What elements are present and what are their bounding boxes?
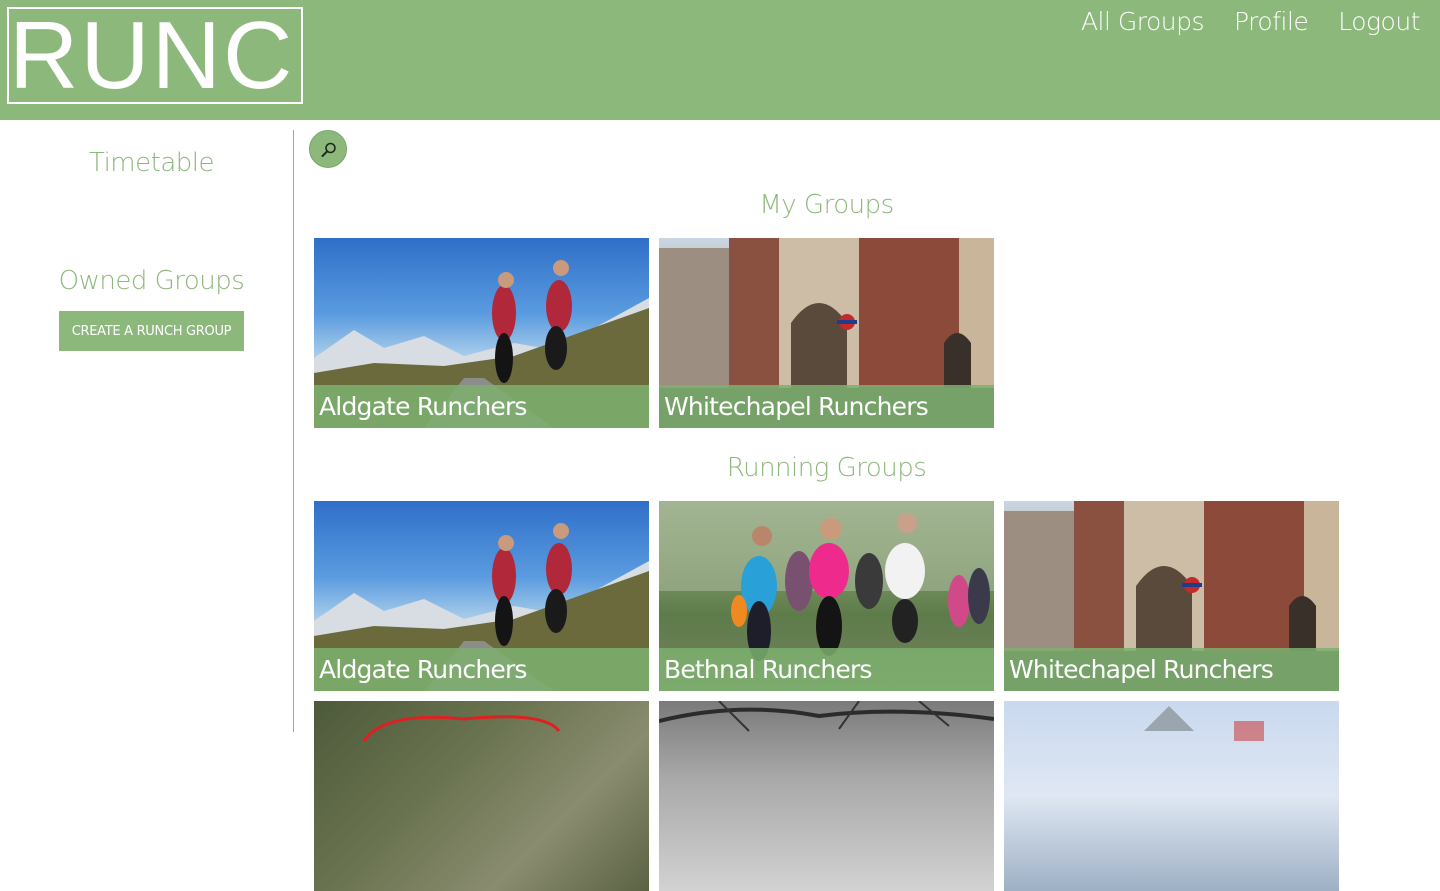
timetable-link[interactable]: Timetable [0, 148, 303, 178]
group-card-title: Whitechapel Runchers [659, 385, 994, 428]
nav-all-groups[interactable]: All Groups [1081, 5, 1205, 39]
header: RUNCH All Groups Profile Logout [0, 0, 1440, 120]
group-card-whitechapel[interactable]: Whitechapel Runchers [659, 238, 994, 428]
search-button[interactable] [309, 130, 347, 168]
nav-profile[interactable]: Profile [1234, 5, 1309, 39]
group-card-title: Whitechapel Runchers [1004, 648, 1339, 691]
group-card-map[interactable] [314, 701, 649, 891]
group-card-bethnal[interactable]: Bethnal Runchers [659, 501, 994, 691]
tree-branches-image [659, 701, 994, 891]
group-card-title: Aldgate Runchers [314, 385, 649, 428]
city-skyline-image [1004, 701, 1339, 891]
nav-logout[interactable]: Logout [1338, 5, 1420, 39]
top-nav: All Groups Profile Logout [1081, 5, 1421, 39]
map-route-image [314, 701, 649, 891]
magnifier-icon [321, 142, 336, 157]
group-card-trees[interactable] [659, 701, 994, 891]
group-card-aldgate[interactable]: Aldgate Runchers [314, 238, 649, 428]
my-groups-heading: My Groups [759, 190, 894, 220]
sidebar: Timetable Owned Groups CREATE A RUNCH GR… [0, 130, 294, 732]
group-card-city[interactable] [1004, 701, 1339, 891]
create-group-button[interactable]: CREATE A RUNCH GROUP [59, 311, 244, 351]
owned-groups-heading: Owned Groups [58, 266, 245, 296]
group-card-whitechapel[interactable]: Whitechapel Runchers [1004, 501, 1339, 691]
runch-logo[interactable]: RUNCH [7, 7, 303, 104]
group-card-title: Aldgate Runchers [314, 648, 649, 691]
running-groups-heading: Running Groups [726, 453, 927, 483]
group-card-aldgate[interactable]: Aldgate Runchers [314, 501, 649, 691]
group-card-title: Bethnal Runchers [659, 648, 994, 691]
